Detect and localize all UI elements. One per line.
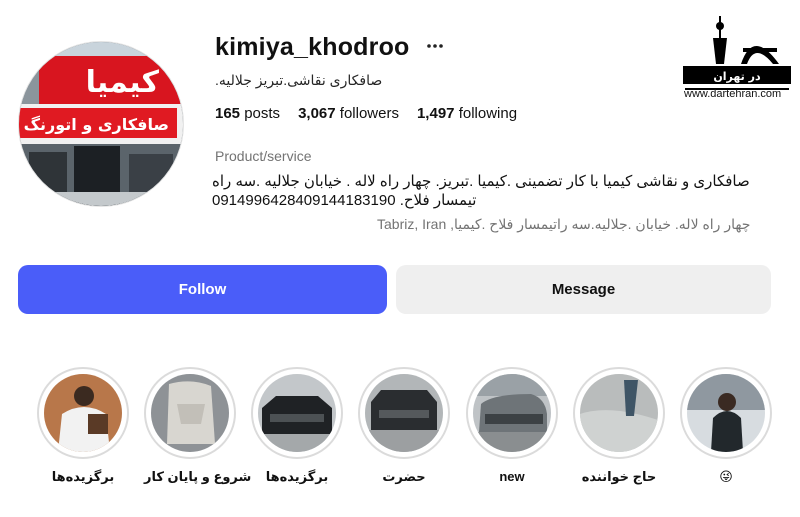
profile-bio: صافکاری و نقاشی کیمیا با کار تضمینی .کیم… [212, 172, 760, 210]
highlight-item[interactable]: برگزیده‌ها [37, 367, 129, 485]
follow-button[interactable]: Follow [18, 265, 387, 314]
profile-stats: 165 posts 3,067 followers 1,497 followin… [215, 105, 517, 122]
bio-line-2: تیمسار فلاح. 0914996428409144183190 [212, 192, 477, 209]
highlight-label: حضرت [382, 469, 426, 484]
highlight-item[interactable]: حاج خواننده [573, 367, 665, 485]
profile-avatar[interactable]: کیمیا صافکاری و اتورنگ [19, 42, 183, 206]
profile-category: Product/service [215, 148, 312, 164]
highlight-cover [365, 374, 443, 452]
highlight-label: برگزیده‌ها [265, 469, 329, 484]
highlight-cover [473, 374, 551, 452]
following-count[interactable]: 1,497 following [417, 105, 517, 122]
highlight-item[interactable]: برگزیده‌ها [251, 367, 343, 485]
highlight-label: برگزیده‌ها [51, 469, 115, 484]
bio-line-1: صافکاری و نقاشی کیمیا با کار تضمینی .کیم… [212, 173, 750, 190]
highlight-label: حاج خواننده [581, 469, 657, 484]
logo-text: در تهران [713, 70, 761, 83]
highlight-cover [44, 374, 122, 452]
avatar-sign-subtitle: صافکاری و اتورنگ [24, 115, 169, 134]
highlight-item[interactable]: شروع و پایان کار [144, 367, 252, 485]
highlight-cover [580, 374, 658, 452]
highlight-cover [151, 374, 229, 452]
highlight-item[interactable]: 😜 [680, 367, 772, 485]
avatar-sign-title: کیمیا [86, 65, 160, 100]
highlight-item[interactable]: حضرت [358, 367, 450, 485]
highlight-cover [258, 374, 336, 452]
profile-username: kimiya_khodroo [215, 33, 410, 61]
highlight-label: 😜 [719, 469, 733, 484]
highlight-item[interactable]: new [466, 367, 558, 484]
profile-address[interactable]: چهار راه لاله. خیابان .جلالیه.سه راتیمسا… [377, 216, 750, 233]
highlight-cover [687, 374, 765, 452]
message-button[interactable]: Message [396, 265, 771, 314]
followers-count[interactable]: 3,067 followers [298, 105, 399, 122]
more-options-button[interactable] [427, 34, 443, 60]
watermark-url: www.dartehran.com [684, 88, 782, 100]
avatar-image: کیمیا صافکاری و اتورنگ [19, 42, 183, 206]
more-horizontal-icon [427, 44, 443, 48]
highlight-label: شروع و پایان کار [144, 469, 252, 484]
posts-count[interactable]: 165 posts [215, 105, 280, 122]
profile-full-name: صافکاری نقاشی.تبریز جلالیه. [215, 72, 383, 88]
highlight-label: new [499, 469, 525, 484]
